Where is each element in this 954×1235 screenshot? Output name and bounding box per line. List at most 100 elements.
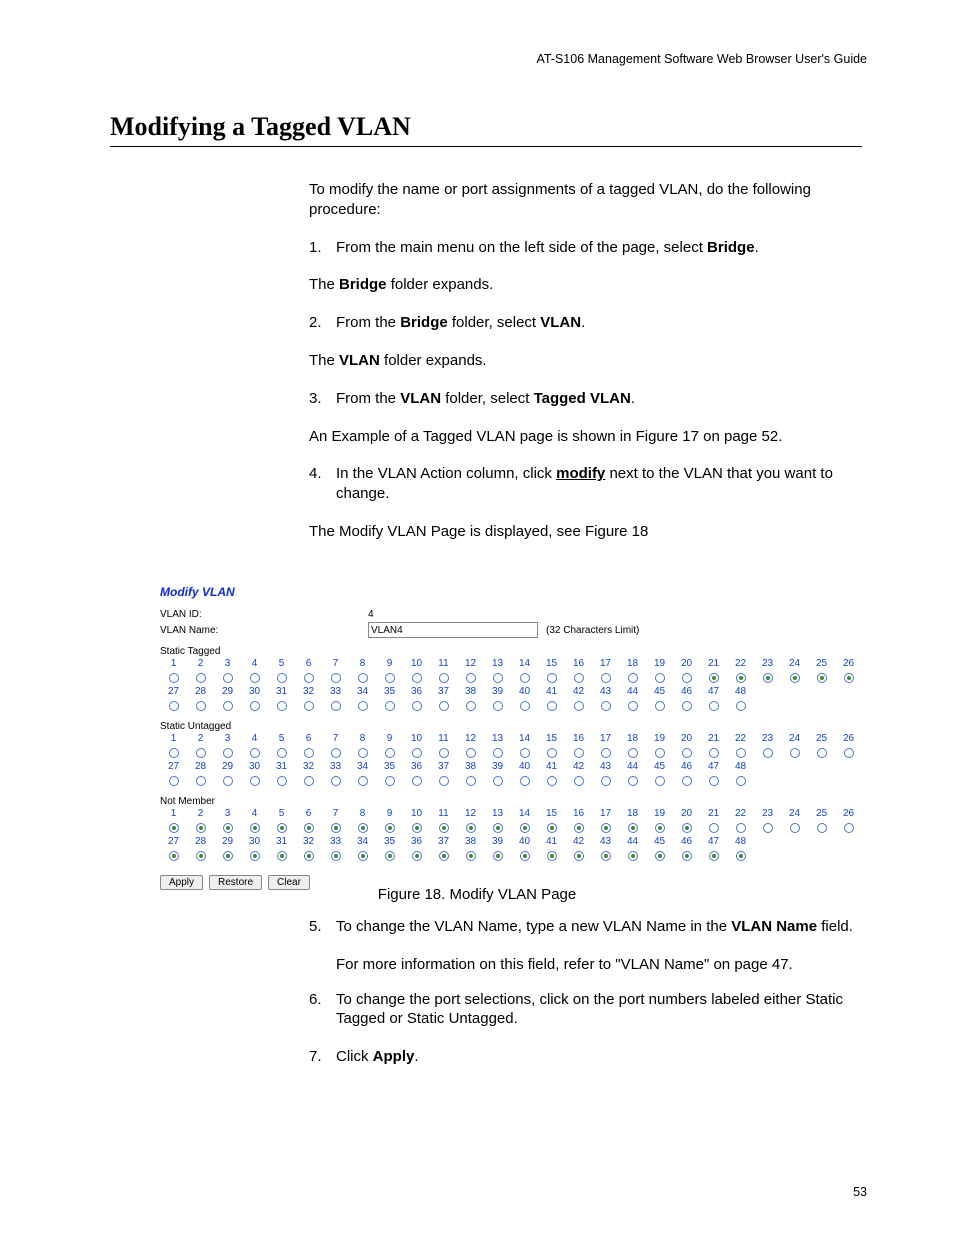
port-radio[interactable] bbox=[727, 746, 754, 760]
port-radio[interactable] bbox=[700, 671, 727, 685]
port-radio[interactable] bbox=[673, 746, 700, 760]
port-radio[interactable] bbox=[430, 746, 457, 760]
port-radio[interactable] bbox=[511, 774, 538, 788]
port-radio[interactable] bbox=[214, 699, 241, 713]
port-radio[interactable] bbox=[754, 671, 781, 685]
port-radio[interactable] bbox=[322, 699, 349, 713]
port-radio[interactable] bbox=[511, 699, 538, 713]
port-radio[interactable] bbox=[619, 774, 646, 788]
port-radio[interactable] bbox=[349, 849, 376, 863]
port-radio[interactable] bbox=[646, 849, 673, 863]
port-radio[interactable] bbox=[538, 774, 565, 788]
port-radio[interactable] bbox=[268, 774, 295, 788]
port-radio[interactable] bbox=[619, 821, 646, 835]
port-radio[interactable] bbox=[457, 849, 484, 863]
port-radio[interactable] bbox=[430, 821, 457, 835]
port-radio[interactable] bbox=[484, 699, 511, 713]
port-radio[interactable] bbox=[457, 821, 484, 835]
port-radio[interactable] bbox=[835, 671, 862, 685]
port-radio[interactable] bbox=[376, 671, 403, 685]
port-radio[interactable] bbox=[754, 746, 781, 760]
port-radio[interactable] bbox=[538, 849, 565, 863]
port-radio[interactable] bbox=[457, 699, 484, 713]
port-radio[interactable] bbox=[673, 699, 700, 713]
port-radio[interactable] bbox=[511, 671, 538, 685]
port-radio[interactable] bbox=[160, 774, 187, 788]
port-radio[interactable] bbox=[727, 849, 754, 863]
port-radio[interactable] bbox=[187, 849, 214, 863]
port-radio[interactable] bbox=[835, 821, 862, 835]
port-radio[interactable] bbox=[700, 821, 727, 835]
port-radio[interactable] bbox=[160, 671, 187, 685]
port-radio[interactable] bbox=[619, 746, 646, 760]
port-radio[interactable] bbox=[592, 821, 619, 835]
port-radio[interactable] bbox=[241, 671, 268, 685]
port-radio[interactable] bbox=[160, 699, 187, 713]
port-radio[interactable] bbox=[727, 699, 754, 713]
port-radio[interactable] bbox=[268, 671, 295, 685]
port-radio[interactable] bbox=[241, 699, 268, 713]
port-radio[interactable] bbox=[241, 774, 268, 788]
port-radio[interactable] bbox=[700, 699, 727, 713]
port-radio[interactable] bbox=[592, 699, 619, 713]
port-radio[interactable] bbox=[619, 699, 646, 713]
port-radio[interactable] bbox=[349, 671, 376, 685]
port-radio[interactable] bbox=[565, 849, 592, 863]
port-radio[interactable] bbox=[268, 821, 295, 835]
port-radio[interactable] bbox=[295, 774, 322, 788]
port-radio[interactable] bbox=[295, 821, 322, 835]
port-radio[interactable] bbox=[673, 671, 700, 685]
port-radio[interactable] bbox=[727, 671, 754, 685]
port-radio[interactable] bbox=[673, 774, 700, 788]
port-radio[interactable] bbox=[619, 849, 646, 863]
port-radio[interactable] bbox=[538, 821, 565, 835]
port-radio[interactable] bbox=[187, 821, 214, 835]
port-radio[interactable] bbox=[511, 746, 538, 760]
port-radio[interactable] bbox=[457, 671, 484, 685]
port-radio[interactable] bbox=[214, 774, 241, 788]
port-radio[interactable] bbox=[349, 774, 376, 788]
port-radio[interactable] bbox=[538, 671, 565, 685]
port-radio[interactable] bbox=[673, 821, 700, 835]
port-radio[interactable] bbox=[781, 746, 808, 760]
port-radio[interactable] bbox=[322, 774, 349, 788]
port-radio[interactable] bbox=[592, 774, 619, 788]
port-radio[interactable] bbox=[808, 821, 835, 835]
port-radio[interactable] bbox=[700, 746, 727, 760]
port-radio[interactable] bbox=[403, 671, 430, 685]
port-radio[interactable] bbox=[754, 821, 781, 835]
port-radio[interactable] bbox=[727, 821, 754, 835]
port-radio[interactable] bbox=[214, 746, 241, 760]
port-radio[interactable] bbox=[160, 746, 187, 760]
port-radio[interactable] bbox=[376, 821, 403, 835]
port-radio[interactable] bbox=[592, 849, 619, 863]
port-radio[interactable] bbox=[160, 821, 187, 835]
port-radio[interactable] bbox=[295, 746, 322, 760]
port-radio[interactable] bbox=[592, 671, 619, 685]
port-radio[interactable] bbox=[187, 746, 214, 760]
port-radio[interactable] bbox=[538, 746, 565, 760]
port-radio[interactable] bbox=[781, 671, 808, 685]
port-radio[interactable] bbox=[646, 746, 673, 760]
port-radio[interactable] bbox=[808, 671, 835, 685]
port-radio[interactable] bbox=[187, 671, 214, 685]
port-radio[interactable] bbox=[295, 671, 322, 685]
port-radio[interactable] bbox=[268, 849, 295, 863]
port-radio[interactable] bbox=[430, 699, 457, 713]
port-radio[interactable] bbox=[160, 849, 187, 863]
port-radio[interactable] bbox=[457, 774, 484, 788]
port-radio[interactable] bbox=[673, 849, 700, 863]
port-radio[interactable] bbox=[646, 821, 673, 835]
port-radio[interactable] bbox=[376, 699, 403, 713]
port-radio[interactable] bbox=[187, 774, 214, 788]
port-radio[interactable] bbox=[511, 849, 538, 863]
port-radio[interactable] bbox=[403, 699, 430, 713]
port-radio[interactable] bbox=[376, 849, 403, 863]
vlan-name-input[interactable] bbox=[368, 622, 538, 638]
port-radio[interactable] bbox=[484, 849, 511, 863]
port-radio[interactable] bbox=[376, 746, 403, 760]
port-radio[interactable] bbox=[565, 821, 592, 835]
port-radio[interactable] bbox=[619, 671, 646, 685]
port-radio[interactable] bbox=[214, 671, 241, 685]
port-radio[interactable] bbox=[592, 746, 619, 760]
